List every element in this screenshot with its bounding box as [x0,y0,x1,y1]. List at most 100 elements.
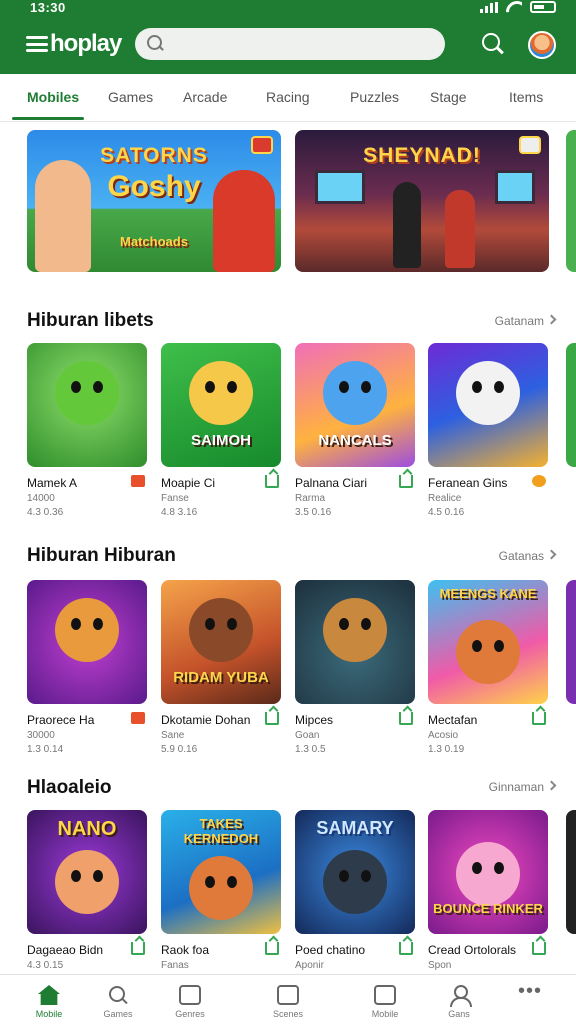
menu-icon[interactable] [26,36,48,52]
thumbnail-text: MEENGS KANE [439,586,537,601]
nav-item-mobile[interactable]: Mobile [350,975,420,1024]
mascot-art [323,598,387,662]
image-icon [277,985,299,1005]
tab-games[interactable]: Games [108,89,153,105]
featured-banner[interactable]: SHEYNAD! [295,130,549,272]
thumbnail-text: SAMARY [316,818,394,838]
home-icon [38,985,60,1005]
game-name: Dkotamie Dohan [161,713,251,727]
chevron-right-icon[interactable] [546,314,557,325]
mascot-art [323,850,387,914]
screen-art [495,170,535,204]
game-rating: 1.3 0.5 [295,744,326,755]
install-icon[interactable] [265,475,279,488]
game-meta: 4.3 0.15 [27,960,64,971]
character-art [213,170,275,272]
game-rating: 3.5 0.16 [295,507,332,518]
nav-label: Mobile [371,1009,399,1019]
game-card[interactable]: Mipces Goan 1.3 0.5 [295,580,415,755]
game-card[interactable]: TAKES KERNEDOH Raok foa Fanas [161,810,281,971]
category-tabs: Mobiles Games Arcade Racing Puzzles Stag… [0,74,576,122]
game-name: Cread Ortolorals [428,943,517,957]
install-icon[interactable] [532,712,546,725]
mascot-art [189,598,253,662]
game-thumbnail: NANCALS [295,343,415,467]
tab-items[interactable]: Items [509,89,543,105]
game-thumbnail [27,343,147,467]
game-card[interactable]: SAIMOH Moapie Ci Fanse 4.8 3.16 [161,343,281,518]
mascot-art [189,361,253,425]
game-thumbnail: RIDAM YUBA [161,580,281,704]
game-meta: Goan [295,730,320,741]
game-meta: Fanas [161,960,189,971]
wifi-icon [506,1,522,13]
install-icon[interactable] [265,942,279,955]
game-card[interactable]: NANO Dagaeao Bidn 4.3 0.15 [27,810,147,971]
game-thumbnail [295,580,415,704]
tab-mobiles[interactable]: Mobiles [27,89,79,105]
game-rating: 4.5 0.16 [428,507,465,518]
thumbnail-text: NANO [57,818,117,840]
nav-item-home[interactable]: Mobile [14,975,84,1024]
tab-puzzles[interactable]: Puzzles [350,89,399,105]
install-icon[interactable] [265,712,279,725]
mascot-art [55,598,119,662]
see-all-link[interactable]: Gatanam [495,314,544,328]
game-rating: 5.9 0.16 [161,744,198,755]
nav-item-more[interactable]: ••• [494,975,564,1024]
thumbnail-text: BOUNCE RINKER [433,901,543,916]
nav-item-profile[interactable]: Gans [424,975,494,1024]
game-card[interactable]: Praorece Ha 30000 1.3 0.14 [27,580,147,755]
next-card-peek[interactable] [566,810,576,934]
person-icon [448,985,472,1007]
nav-item-scenes[interactable]: Scenes [253,975,323,1024]
game-meta: Aponir [295,960,324,971]
chevron-right-icon[interactable] [546,780,557,791]
gift-icon [131,475,145,487]
game-name: Palnana Ciari [295,476,368,490]
next-banner-peek[interactable] [566,130,576,272]
banner-title: SHEYNAD! [363,144,481,167]
game-card[interactable]: BOUNCE RINKER Cread Ortolorals Spon [428,810,548,971]
search-button[interactable] [481,32,505,56]
next-card-peek[interactable] [566,580,576,704]
tab-stage[interactable]: Stage [430,89,467,105]
game-meta: 14000 [27,493,55,504]
active-tab-indicator [12,117,84,120]
tab-racing[interactable]: Racing [266,89,310,105]
mascot-art [323,361,387,425]
game-name: Dagaeao Bidn [27,943,104,957]
search-input[interactable] [171,34,431,54]
search-icon [107,985,129,1005]
nav-item-genres[interactable]: Genres [155,975,225,1024]
install-icon[interactable] [399,475,413,488]
section-title: Hlaoaleio [27,777,112,798]
game-card[interactable]: MEENGS KANE Mectafan Acosio 1.3 0.19 [428,580,548,755]
banner-badge-icon [519,136,541,154]
coin-icon [532,475,546,487]
see-all-link[interactable]: Ginnaman [489,780,544,794]
see-all-link[interactable]: Gatanas [499,549,544,563]
tab-arcade[interactable]: Arcade [183,89,227,105]
chevron-right-icon[interactable] [546,549,557,560]
game-card[interactable]: Feranean Gins Realice 4.5 0.16 [428,343,548,518]
featured-banner[interactable]: SATORNS Goshy Matchoads [27,130,281,272]
game-thumbnail: MEENGS KANE [428,580,548,704]
game-thumbnail: BOUNCE RINKER [428,810,548,934]
install-icon[interactable] [399,942,413,955]
more-icon: ••• [518,980,543,1002]
install-icon[interactable] [399,712,413,725]
game-card[interactable]: NANCALS Palnana Ciari Rarma 3.5 0.16 [295,343,415,518]
nav-item-games[interactable]: Games [83,975,153,1024]
profile-avatar[interactable] [528,31,556,59]
signal-icon [480,1,498,13]
install-icon[interactable] [131,942,145,955]
game-card[interactable]: SAMARY Poed chatino Aponir [295,810,415,971]
install-icon[interactable] [532,942,546,955]
mascot-art [189,856,253,920]
game-card[interactable]: RIDAM YUBA Dkotamie Dohan Sane 5.9 0.16 [161,580,281,755]
next-card-peek[interactable] [566,343,576,467]
game-meta: Rarma [295,493,326,504]
search-bar[interactable] [135,28,445,60]
game-card[interactable]: Mamek A 14000 4.3 0.36 [27,343,147,518]
